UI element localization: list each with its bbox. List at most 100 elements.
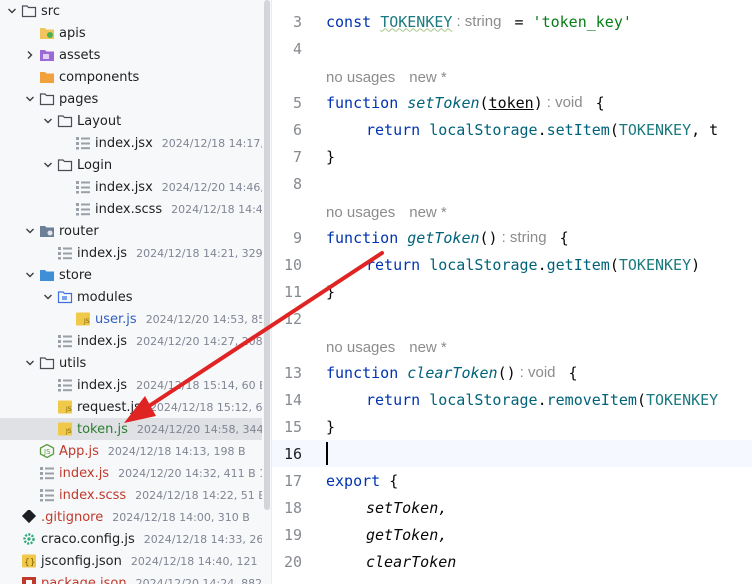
code-line-18[interactable]: 18 setToken, bbox=[272, 494, 752, 521]
tree-item-modules[interactable]: modules bbox=[0, 286, 262, 308]
code-line-9[interactable]: 9 function getToken(): string { bbox=[272, 224, 752, 251]
export-item: clearToken bbox=[366, 552, 457, 571]
tree-item-components[interactable]: components bbox=[0, 66, 262, 88]
chevron-down-icon[interactable] bbox=[40, 110, 56, 132]
tree-item-jsconfig-json[interactable]: {} jsconfig.json 2024/12/18 14:40, 121 B bbox=[0, 550, 262, 572]
code-vision-hint[interactable]: no usages new * bbox=[326, 336, 447, 358]
tree-item-router[interactable]: router bbox=[0, 220, 262, 242]
file-meta: 2024/12/20 14:24, 882 B bbox=[135, 576, 262, 584]
chevron-down-icon[interactable] bbox=[40, 154, 56, 176]
chevron-down-icon[interactable] bbox=[4, 0, 20, 22]
dot: . bbox=[537, 255, 547, 274]
line-number: 3 bbox=[292, 12, 302, 31]
tree-item-index-scss[interactable]: index.scss 2024/12/18 14:47, 519 bbox=[0, 198, 262, 220]
tree-item-request-js[interactable]: JS request.js 2024/12/18 15:12, 650 B 1 bbox=[0, 396, 262, 418]
tree-item-label: Layout bbox=[77, 113, 122, 129]
file-meta: 2024/12/20 14:58, 344 B Mo bbox=[136, 422, 262, 436]
code-line-5[interactable]: 5 function setToken(token): void { bbox=[272, 89, 752, 116]
line-number: 11 bbox=[283, 282, 302, 301]
code-line-19[interactable]: 19 getToken, bbox=[272, 521, 752, 548]
author-hint[interactable]: new * bbox=[409, 339, 447, 356]
tree-item-token-js[interactable]: JS token.js 2024/12/20 14:58, 344 B Mo bbox=[0, 418, 262, 440]
tree-item-apis[interactable]: apis bbox=[0, 22, 262, 44]
code-line-3[interactable]: 3 const TOKENKEY: string = 'token_key' bbox=[272, 8, 752, 35]
chevron-down-icon[interactable] bbox=[22, 88, 38, 110]
tree-item-gitignore[interactable]: .gitignore 2024/12/18 14:00, 310 B bbox=[0, 506, 262, 528]
author-hint[interactable]: new * bbox=[409, 69, 447, 86]
tree-item-store[interactable]: store bbox=[0, 264, 262, 286]
code-line-20[interactable]: 20 clearToken bbox=[272, 548, 752, 575]
code-vision-hint[interactable]: no usages new * bbox=[326, 66, 447, 88]
file-meta: 2024/12/20 14:32, 411 B 16 minu bbox=[118, 466, 262, 480]
line-number: 8 bbox=[292, 174, 302, 193]
code-line-6[interactable]: 6 return localStorage. setItem(TOKENKEY, … bbox=[272, 116, 752, 143]
line-number: 14 bbox=[283, 390, 302, 409]
code-line-8[interactable]: 8 bbox=[272, 170, 752, 197]
tree-item-src[interactable]: src bbox=[0, 0, 262, 22]
line-number: 7 bbox=[292, 147, 302, 166]
tree-item-assets[interactable]: assets bbox=[0, 44, 262, 66]
object-name: localStorage bbox=[429, 390, 538, 409]
tree-item-layout[interactable]: Layout bbox=[0, 110, 262, 132]
tree-item-label: index.scss bbox=[59, 487, 127, 503]
tree-item-package-json[interactable]: package.json 2024/12/20 14:24, 882 B bbox=[0, 572, 262, 584]
code-line-11[interactable]: 11 } bbox=[272, 278, 752, 305]
code-line-10[interactable]: 10 return localStorage. getItem(TOKENKEY) bbox=[272, 251, 752, 278]
tree-item-user-js[interactable]: JS user.js 2024/12/20 14:53, 858 B M bbox=[0, 308, 262, 330]
code-line-14[interactable]: 14 return localStorage. removeItem(TOKENK… bbox=[272, 386, 752, 413]
file-meta: 2024/12/20 14:46, 2.15 k bbox=[161, 180, 262, 194]
code-editor[interactable]: 3 const TOKENKEY: string = 'token_key' 4… bbox=[272, 0, 752, 584]
code-line-15[interactable]: 15 } bbox=[272, 413, 752, 440]
keyword: const bbox=[326, 12, 372, 31]
usages-hint[interactable]: no usages bbox=[326, 204, 395, 221]
chevron-right-icon[interactable] bbox=[22, 44, 38, 66]
tree-item-index-scss[interactable]: index.scss 2024/12/18 14:22, 51 B bbox=[0, 484, 262, 506]
line-number: 18 bbox=[283, 498, 302, 517]
code-vision-hint[interactable]: no usages new * bbox=[326, 201, 447, 223]
keyword: function bbox=[326, 363, 399, 382]
usages-hint[interactable]: no usages bbox=[326, 339, 395, 356]
type-hint: : void bbox=[519, 364, 556, 381]
tree-item-index-js[interactable]: index.js 2024/12/18 14:21, 329 B 16 m bbox=[0, 242, 262, 264]
usages-hint[interactable]: no usages bbox=[326, 69, 395, 86]
tree-item-craco-config-js[interactable]: craco.config.js 2024/12/18 14:33, 266 B bbox=[0, 528, 262, 550]
tree-item-label: router bbox=[59, 223, 99, 239]
chevron-down-icon[interactable] bbox=[22, 264, 38, 286]
code-line-16[interactable]: 16 bbox=[272, 440, 752, 467]
file-meta: 2024/12/18 14:17, 82 B bbox=[161, 136, 262, 150]
code-line-4[interactable]: 4 bbox=[272, 35, 752, 62]
code-line-7[interactable]: 7 } bbox=[272, 143, 752, 170]
tree-item-index-js[interactable]: index.js 2024/12/18 15:14, 60 B 16 m bbox=[0, 374, 262, 396]
project-tree-scrollbar[interactable] bbox=[262, 0, 271, 584]
file-js-yellow-icon: JS bbox=[56, 418, 74, 440]
folder-apis-icon bbox=[38, 22, 56, 44]
tree-item-index-js[interactable]: index.js 2024/12/20 14:27, 208 B 16 m bbox=[0, 330, 262, 352]
file-js-icon bbox=[56, 374, 74, 396]
tree-item-index-jsx[interactable]: index.jsx 2024/12/20 14:46, 2.15 k bbox=[0, 176, 262, 198]
author-hint[interactable]: new * bbox=[409, 204, 447, 221]
tree-item-label: craco.config.js bbox=[41, 531, 135, 547]
chevron-down-icon[interactable] bbox=[22, 352, 38, 374]
tree-item-utils[interactable]: utils bbox=[0, 352, 262, 374]
file-jsx-icon bbox=[74, 132, 92, 154]
tree-item-index-js[interactable]: index.js 2024/12/20 14:32, 411 B 16 minu bbox=[0, 462, 262, 484]
tree-item-pages[interactable]: pages bbox=[0, 88, 262, 110]
svg-text:JS: JS bbox=[65, 428, 72, 435]
tree-item-index-jsx[interactable]: index.jsx 2024/12/18 14:17, 82 B bbox=[0, 132, 262, 154]
file-nodejs-icon: JS bbox=[38, 440, 56, 462]
tree-item-login[interactable]: Login bbox=[0, 154, 262, 176]
chevron-down-icon[interactable] bbox=[22, 220, 38, 242]
code-line-17[interactable]: 17 export { bbox=[272, 467, 752, 494]
scrollbar-thumb[interactable] bbox=[264, 0, 270, 510]
chevron-down-icon[interactable] bbox=[40, 286, 56, 308]
code-line-12[interactable]: 12 bbox=[272, 305, 752, 332]
folder-icon bbox=[38, 88, 56, 110]
file-js-icon bbox=[56, 242, 74, 264]
code-line-13[interactable]: 13 function clearToken(): void { bbox=[272, 359, 752, 386]
tree-item-app-js[interactable]: JS App.js 2024/12/18 14:13, 198 B bbox=[0, 440, 262, 462]
line-number: 17 bbox=[283, 471, 302, 490]
